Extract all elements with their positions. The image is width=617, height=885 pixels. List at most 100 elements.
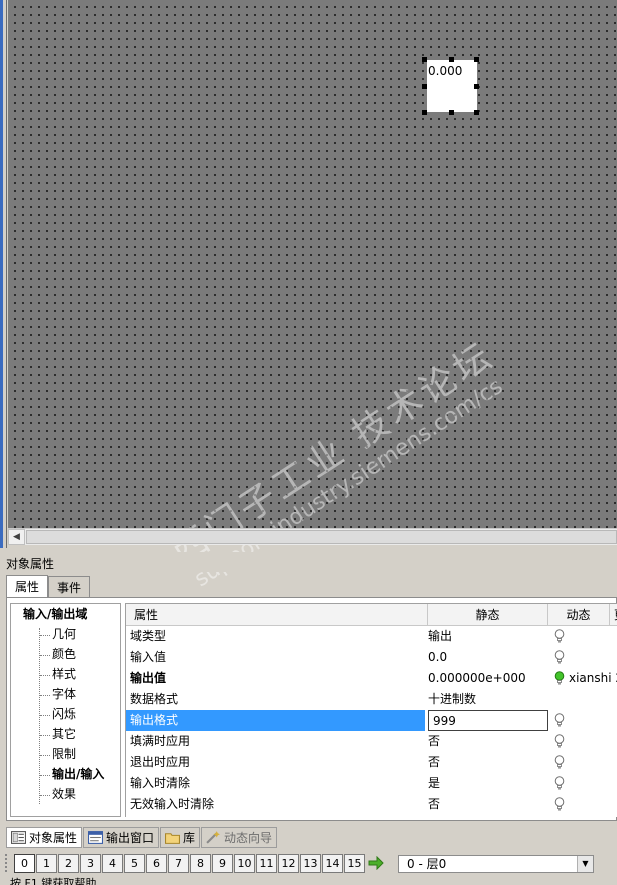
bulb-active-icon[interactable] [552,668,570,689]
tab-properties[interactable]: 属性 [6,575,49,598]
dynamic-value[interactable] [569,731,617,752]
header-update[interactable]: 更 [610,604,617,626]
header-attribute[interactable]: 属性 [126,604,428,626]
resize-handle-se[interactable] [474,110,479,115]
layer-select-value: 0 - 层0 [407,857,447,871]
layer-button-6[interactable]: 6 [146,854,167,873]
tab-output-window[interactable]: 输出窗口 [83,827,160,848]
tree-item-colors[interactable]: 颜色 [52,645,76,664]
scrollbar-thumb[interactable] [26,530,617,544]
static-value: 输出 [428,629,453,643]
property-tabs: 属性 事件 [6,575,91,598]
layer-select[interactable]: 0 - 层0 ▼ [398,855,594,873]
static-value: 否 [428,734,441,748]
tab-library[interactable]: 库 [160,827,201,848]
status-bar: 按 F1 键获取帮助 [0,876,617,885]
layer-button-0[interactable]: 0 [14,854,35,873]
property-row[interactable]: 域类型 输出 [126,626,617,647]
tree-item-flashing[interactable]: 闪烁 [52,705,76,724]
static-value: 否 [428,755,441,769]
resize-handle-nw[interactable] [422,57,427,62]
property-row[interactable]: 无效输入时清除 否 [126,794,617,815]
dynamic-value[interactable] [569,647,617,668]
property-grid: 属性 静态 动态 更 域类型 输出输入值 0.0 输出值 0.000000e+000 xi… [125,603,617,817]
go-arrow-icon[interactable] [368,856,384,870]
layer-button-3[interactable]: 3 [80,854,101,873]
property-row[interactable]: 输入值 0.0 [126,647,617,668]
dynamic-value[interactable] [569,626,617,647]
layer-button-8[interactable]: 8 [190,854,211,873]
property-row[interactable]: 输入时清除 是 [126,773,617,794]
tree-item-style[interactable]: 样式 [52,665,76,684]
bulb-icon[interactable] [552,794,570,815]
layer-button-4[interactable]: 4 [102,854,123,873]
layer-button-11[interactable]: 11 [256,854,277,873]
property-row[interactable]: 数据格式 十进制数 [126,689,617,710]
resize-handle-n[interactable] [449,57,454,62]
dynamic-value[interactable] [569,710,617,731]
static-value: 十进制数 [428,692,477,706]
tree-item-font[interactable]: 字体 [52,685,76,704]
property-name: 输出值 [130,671,167,685]
layer-button-1[interactable]: 1 [36,854,57,873]
dynamic-wizard-icon [206,831,220,844]
layer-button-2[interactable]: 2 [58,854,79,873]
toolbar-grip[interactable] [5,854,9,872]
bulb-icon[interactable] [552,752,570,773]
io-field-object[interactable]: 0.000 [427,60,477,112]
tree-item-miscellaneous[interactable]: 其它 [52,725,76,744]
resize-handle-e[interactable] [474,84,479,89]
property-name: 无效输入时清除 [130,797,215,811]
layer-button-7[interactable]: 7 [168,854,189,873]
io-field-value: 0.000 [428,64,463,78]
resize-handle-ne[interactable] [474,57,479,62]
bulb-icon[interactable] [552,710,570,731]
tab-library-label: 库 [183,831,196,845]
layer-button-15[interactable]: 15 [344,854,365,873]
layer-button-9[interactable]: 9 [212,854,233,873]
graphics-canvas[interactable]: 0.000 西门子工业 技术论坛 support.industry.siemen… [8,0,617,592]
bottom-tabs: 对象属性 输出窗口 库 动态向导 [6,827,278,848]
resize-handle-s[interactable] [449,110,454,115]
dynamic-value[interactable] [569,794,617,815]
resize-handle-w[interactable] [422,84,427,89]
property-row[interactable]: 退出时应用 否 [126,752,617,773]
static-value-input[interactable]: 999 [428,710,548,731]
dynamic-value[interactable]: xianshi 2 [569,668,617,689]
layer-button-14[interactable]: 14 [322,854,343,873]
bulb-icon[interactable] [552,626,570,647]
dynamic-value[interactable] [569,689,617,710]
property-row[interactable]: 填满时应用 否 [126,731,617,752]
static-value: 是 [428,776,441,790]
property-row[interactable]: 输出格式 999 [126,710,617,731]
header-static[interactable]: 静态 [428,604,548,626]
static-value-cell: 999 [428,710,548,731]
watermark: 西门子工业 技术论坛 support.industry.siemens.com/… [75,202,552,638]
header-dynamic[interactable]: 动态 [548,604,610,626]
property-name: 填满时应用 [130,734,191,748]
dynamic-value[interactable] [569,773,617,794]
tree-root-io-field[interactable]: 输入/输出域 [23,605,87,624]
resize-handle-sw[interactable] [422,110,427,115]
tab-events[interactable]: 事件 [48,576,91,597]
layer-button-10[interactable]: 10 [234,854,255,873]
layer-button-12[interactable]: 12 [278,854,299,873]
tab-dynamic-wizard[interactable]: 动态向导 [201,827,278,848]
property-row[interactable]: 输出值 0.000000e+000 xianshi 2 [126,668,617,689]
tree-item-limits[interactable]: 限制 [52,745,76,764]
tab-object-properties[interactable]: 对象属性 [6,827,83,848]
property-name: 域类型 [130,629,167,643]
tree-item-effects[interactable]: 效果 [52,785,76,804]
horizontal-scrollbar[interactable]: ◀ [8,528,617,545]
scroll-left-arrow-icon[interactable]: ◀ [8,529,25,545]
tree-item-geometry[interactable]: 几何 [52,625,76,644]
layer-button-13[interactable]: 13 [300,854,321,873]
bulb-icon[interactable] [552,773,570,794]
dynamic-value[interactable] [569,752,617,773]
chevron-down-icon[interactable]: ▼ [577,856,593,872]
static-value: 否 [428,797,441,811]
bulb-icon[interactable] [552,731,570,752]
layer-button-5[interactable]: 5 [124,854,145,873]
bulb-icon[interactable] [552,647,570,668]
tree-item-output-input[interactable]: 输出/输入 [52,765,104,784]
